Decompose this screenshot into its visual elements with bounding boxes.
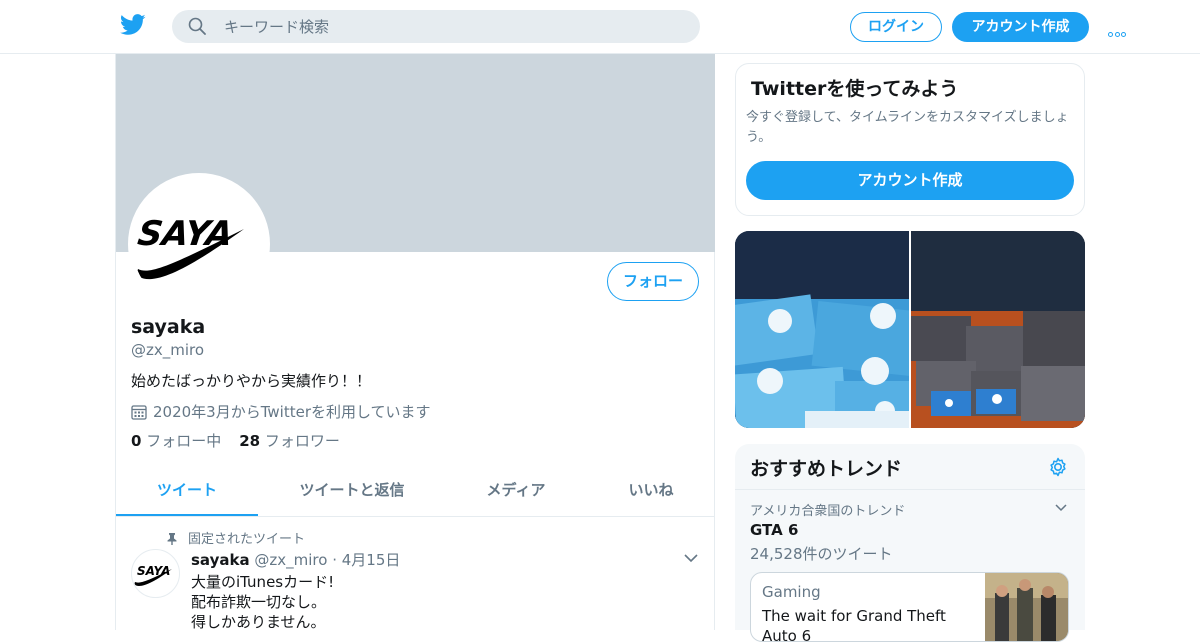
pinned-tweet[interactable]: 固定されたツイート SAYA sayaka @zx_miro · 4月15日 大… xyxy=(116,517,715,631)
search-icon xyxy=(188,17,206,35)
profile-handle[interactable]: @zx_miro xyxy=(131,341,204,359)
signup-card-description: 今すぐ登録して、タイムラインをカスタマイズしましょう。 xyxy=(746,110,1069,145)
following-stat[interactable]: 0 フォロー中 xyxy=(131,432,221,450)
trend-topic[interactable]: GTA 6 xyxy=(750,521,798,539)
trends-panel: おすすめトレンド アメリカ合衆国のトレンド GTA 6 24,528件のツイート… xyxy=(735,444,1085,642)
pinned-indicator: 固定されたツイート xyxy=(166,528,305,547)
profile-bio: 始めたばっかりやから実績作り！！ xyxy=(131,372,372,390)
tweet-date[interactable]: · 4月15日 xyxy=(332,551,400,569)
trends-header: おすすめトレンド xyxy=(735,444,1085,490)
signup-button[interactable]: アカウント作成 xyxy=(952,12,1089,42)
twitter-bird-icon[interactable] xyxy=(120,14,146,36)
follow-button[interactable]: フォロー xyxy=(607,262,699,301)
joined-text: 2020年3月からTwitterを利用しています xyxy=(153,403,431,421)
search-input[interactable] xyxy=(222,10,682,43)
signup-card-title: Twitterを使ってみよう xyxy=(751,78,959,100)
svg-text:SAYA: SAYA xyxy=(135,214,235,254)
login-button[interactable]: ログイン xyxy=(850,12,942,42)
tab-tweets-and-replies[interactable]: ツイートと返信 xyxy=(276,464,428,516)
trend-card-image xyxy=(985,573,1068,641)
tweet-avatar[interactable]: SAYA xyxy=(131,549,180,598)
profile-column: SAYA フォロー sayaka @zx_miro 始めたばっかりやから実績作り… xyxy=(115,54,715,631)
search-box xyxy=(172,10,700,43)
media-image-2[interactable] xyxy=(911,231,1085,428)
joined-date: 2020年3月からTwitterを利用しています xyxy=(131,401,431,422)
tweet-header: sayaka @zx_miro · 4月15日 xyxy=(191,549,400,570)
trend-news-card[interactable]: Gaming The wait for Grand Theft Auto 6 xyxy=(750,572,1069,642)
tweet-author-name[interactable]: sayaka xyxy=(191,551,250,569)
trend-context: アメリカ合衆国のトレンド xyxy=(750,504,906,519)
trend-card-category: Gaming xyxy=(762,583,821,601)
gear-icon[interactable] xyxy=(1047,456,1069,478)
media-preview[interactable] xyxy=(735,231,1085,428)
tweet-text: 大量のiTunesカード! 配布詐欺一切なし。 得しかありません。 xyxy=(191,573,335,631)
saya-logo-image: SAYA xyxy=(132,177,266,311)
trends-title: おすすめトレンド xyxy=(750,458,903,480)
tab-likes[interactable]: いいね xyxy=(606,464,696,516)
top-navigation-bar: ログイン アカウント作成 xyxy=(0,0,1200,54)
tweet-author-handle[interactable]: @zx_miro xyxy=(254,551,327,569)
chevron-down-icon[interactable] xyxy=(684,553,698,563)
signup-card: Twitterを使ってみよう 今すぐ登録して、タイムラインをカスタマイズしましょ… xyxy=(735,63,1085,216)
profile-avatar[interactable]: SAYA xyxy=(128,173,270,315)
trend-card-text: The wait for Grand Theft Auto 6 xyxy=(762,607,946,642)
tab-tweets[interactable]: ツイート xyxy=(116,464,258,516)
signup-card-button[interactable]: アカウント作成 xyxy=(746,161,1074,200)
chevron-down-icon[interactable] xyxy=(1055,504,1067,512)
svg-text:SAYA: SAYA xyxy=(137,564,170,578)
trend-tweet-count: 24,528件のツイート xyxy=(750,545,893,563)
profile-tabs: ツイート ツイートと返信 メディア いいね xyxy=(116,464,715,517)
calendar-icon xyxy=(131,405,147,420)
profile-name: sayaka xyxy=(131,316,206,338)
followers-stat[interactable]: 28 フォロワー xyxy=(239,432,340,450)
tab-media[interactable]: メディア xyxy=(466,464,566,516)
saya-logo-image: SAYA xyxy=(134,564,172,586)
more-options-icon[interactable] xyxy=(1108,22,1130,37)
follow-stats: 0 フォロー中 28 フォロワー xyxy=(131,430,340,451)
pin-icon xyxy=(167,533,177,545)
media-image-1[interactable] xyxy=(735,231,909,428)
